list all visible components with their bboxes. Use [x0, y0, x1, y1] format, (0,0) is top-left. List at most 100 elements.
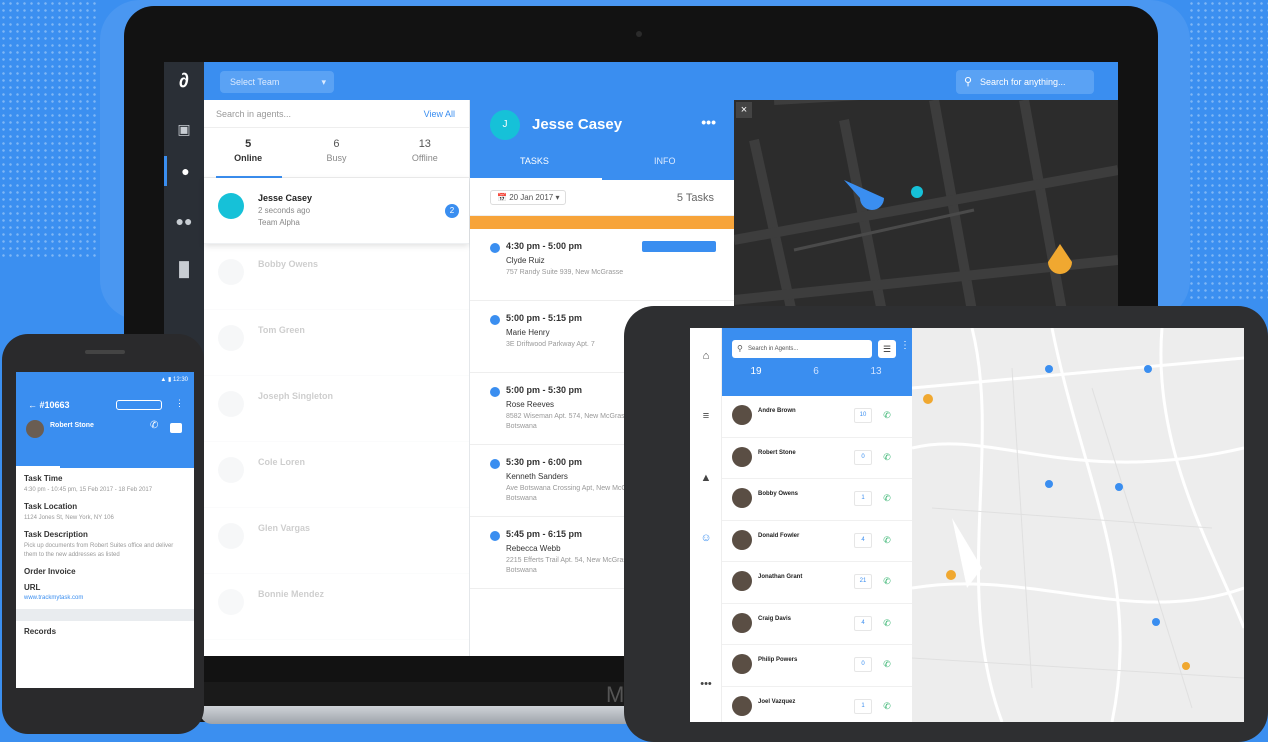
list-item[interactable]: Joel Vazquez 1 ✆ [722, 687, 912, 723]
list-item[interactable]: Andre Brown 10 ✆ [722, 396, 912, 438]
map-pin-icon [844, 180, 884, 210]
agent-row[interactable]: Joseph Singleton [204, 376, 469, 442]
agent-name: Joseph Singleton [258, 391, 334, 401]
tab-info[interactable]: INFO [654, 156, 676, 166]
home-icon[interactable]: ⌂ [690, 350, 722, 362]
message-icon[interactable] [170, 423, 182, 433]
list-icon[interactable]: ≡ [690, 410, 722, 422]
more-icon[interactable]: ⋮ [900, 340, 910, 351]
phone-icon[interactable]: ✆ [878, 657, 896, 672]
agent-status-tabs: 5 Online 6 Busy 13 Offline [204, 128, 469, 178]
task-count[interactable]: 21 [854, 574, 872, 589]
agent-row[interactable]: Jesse Casey 2 seconds ago Team Alpha 2 [204, 178, 469, 244]
dot-pattern-left [0, 0, 100, 260]
invoice-url[interactable]: www.trackmytask.com [24, 595, 186, 601]
offline-label: Offline [411, 153, 438, 163]
analytics-icon[interactable]: ▐▌ [164, 254, 204, 284]
task-count[interactable]: 0 [854, 657, 872, 672]
tab-tasks[interactable]: TASKS [520, 156, 549, 166]
task-count[interactable]: 1 [854, 491, 872, 506]
task-customer: Clyde Ruiz [506, 256, 545, 265]
list-item[interactable]: Robert Stone 0 ✆ [722, 438, 912, 479]
tab-online[interactable]: 19 [726, 366, 786, 377]
phone-icon[interactable]: ✆ [878, 491, 896, 506]
list-item[interactable]: Philip Powers 0 ✆ [722, 645, 912, 687]
agent-search-input[interactable]: Search in agents... View All [204, 100, 469, 128]
avatar [732, 446, 752, 467]
tablet-header: ⚲ Search in Agents... ☰ ⋮ 19 6 13 [722, 328, 912, 396]
agents-icon[interactable]: ☺ [690, 532, 722, 544]
search-icon: ⚲ [737, 344, 743, 353]
more-icon[interactable]: ⋮ [175, 398, 184, 409]
map-streets [734, 100, 1118, 322]
laptop-camera [636, 31, 642, 37]
tab-busy[interactable]: 6 Busy [292, 128, 380, 177]
agent-row[interactable]: Cole Loren [204, 442, 469, 508]
dashboard-icon[interactable]: ▣ [164, 114, 204, 144]
phone-icon[interactable]: ✆ [878, 699, 896, 714]
task-count[interactable]: 0 [854, 449, 872, 465]
section-value: 1124 Jones St, New York, NY 106 [24, 515, 114, 521]
agent-name: Tom Green [258, 325, 305, 335]
agent-name: Philip Powers [758, 657, 798, 663]
avatar [218, 523, 244, 549]
task-count[interactable]: 10 [854, 408, 872, 423]
task-item[interactable]: 4:30 pm - 5:00 pm Clyde Ruiz 757 Randy S… [470, 229, 734, 301]
more-icon[interactable]: ••• [690, 678, 722, 690]
task-count[interactable]: 4 [854, 532, 872, 548]
task-time-section: Task Time 4:30 pm - 10:45 pm, 15 Feb 201… [16, 468, 194, 601]
phone-icon[interactable]: ✆ [878, 574, 896, 589]
agent-row[interactable]: Tom Green [204, 310, 469, 376]
tablet-screen: ⌂ ≡ ▲ ☺ ••• ⚲ Search in Agents... ☰ ⋮ 19… [690, 328, 1244, 722]
date-picker[interactable]: 📅 20 Jan 2017 ▾ [490, 190, 567, 205]
global-search-input[interactable]: ⚲ Search for anything... [956, 70, 1094, 94]
records-label: Records [24, 627, 57, 636]
list-item[interactable]: Donald Fowler 4 ✆ [722, 521, 912, 562]
list-item[interactable]: Bobby Owens 1 ✆ [722, 479, 912, 521]
phone-icon[interactable]: ✆ [878, 533, 896, 548]
agent-row[interactable]: Bobby Owens [204, 244, 469, 310]
section-label: Task Location [24, 502, 78, 511]
back-icon[interactable]: ← #10663 [28, 400, 70, 410]
task-id: #10663 [39, 400, 70, 410]
status-badge [116, 400, 162, 410]
close-icon[interactable]: × [736, 102, 752, 118]
offline-count: 13 [870, 366, 882, 377]
team-icon[interactable]: ●● [164, 206, 204, 236]
agent-icon[interactable]: ● [164, 156, 204, 186]
phone-icon[interactable]: ✆ [878, 408, 896, 423]
filter-icon[interactable]: ☰ [878, 340, 896, 358]
offline-count: 13 [418, 138, 431, 150]
status-bar-icons: ▲ ▮ 12:30 [160, 377, 188, 383]
phone-icon[interactable]: ✆ [878, 450, 896, 465]
tablet-map[interactable] [912, 328, 1244, 722]
avatar [732, 695, 752, 716]
date-row: 📅 20 Jan 2017 ▾ 5 Tasks [470, 180, 734, 216]
tab-busy[interactable]: 6 [786, 366, 846, 377]
tab-offline[interactable]: 13 Offline [381, 128, 469, 177]
agent-name: Jonathan Grant [758, 574, 803, 580]
tablet-agents-panel: ⚲ Search in Agents... ☰ ⋮ 19 6 13 Andre … [722, 328, 912, 722]
tab-offline[interactable]: 13 [846, 366, 906, 377]
laptop-map[interactable] [734, 100, 1118, 322]
more-icon[interactable]: ••• [701, 114, 716, 130]
app-logo: ∂ [179, 70, 189, 92]
task-count[interactable]: 1 [854, 698, 872, 714]
task-count[interactable]: 4 [854, 615, 872, 631]
online-label: Online [234, 153, 263, 163]
list-item[interactable]: Craig Davis 4 ✆ [722, 604, 912, 645]
team-select[interactable]: Select Team ▾ [220, 71, 334, 93]
map-roads [912, 328, 1244, 722]
agent-row[interactable]: Bonnie Mendez [204, 574, 469, 640]
task-status-dot [490, 315, 500, 325]
agent-location-icon [911, 186, 923, 198]
view-all-link[interactable]: View All [424, 100, 455, 128]
tab-online[interactable]: 5 Online [204, 128, 292, 177]
phone-icon[interactable]: ✆ [878, 616, 896, 631]
tablet-search-input[interactable]: ⚲ Search in Agents... [732, 340, 872, 358]
phone-icon[interactable]: ✆ [150, 420, 158, 431]
agent-name: Joel Vazquez [758, 698, 796, 705]
bell-icon[interactable]: ▲ [690, 472, 722, 484]
agent-row[interactable]: Glen Vargas [204, 508, 469, 574]
list-item[interactable]: Jonathan Grant 21 ✆ [722, 562, 912, 604]
